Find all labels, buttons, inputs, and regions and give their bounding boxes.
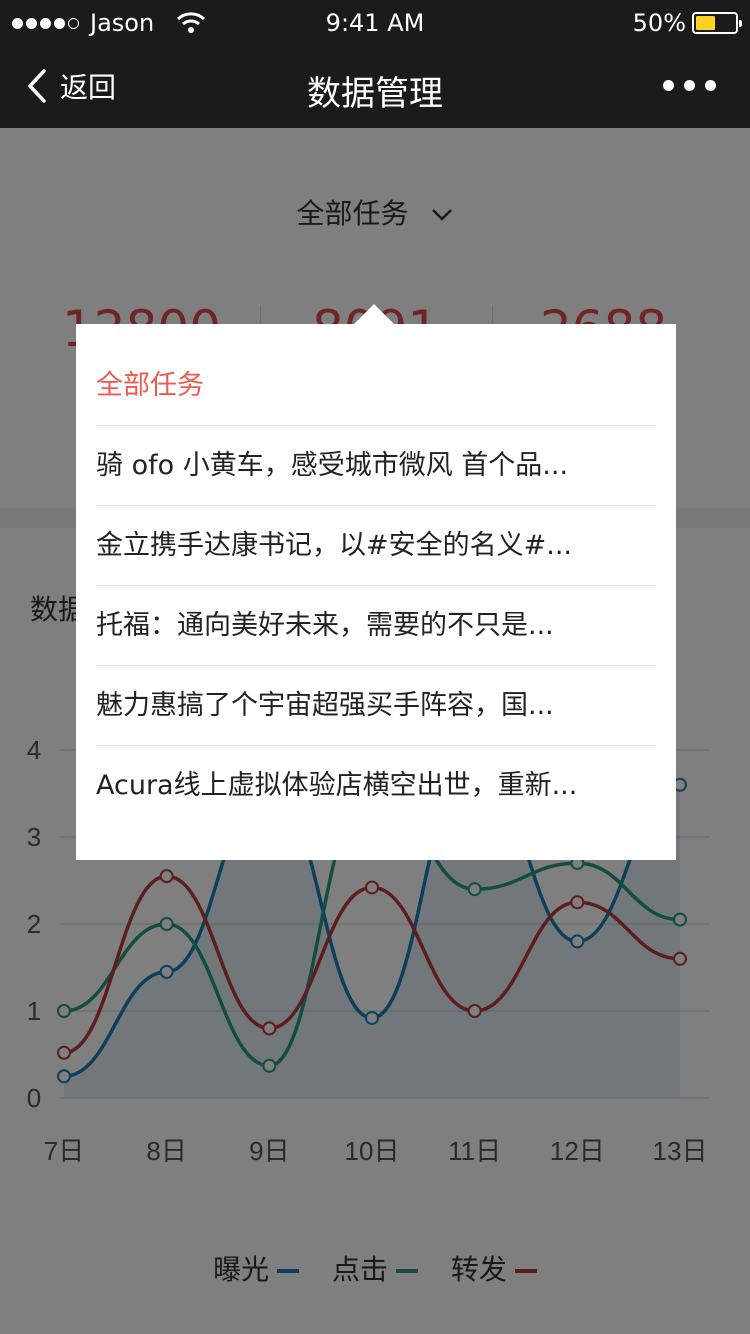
menu-item-all-tasks[interactable]: 全部任务 [96, 346, 656, 426]
battery-icon [692, 12, 742, 34]
menu-item[interactable]: 魅力惠搞了个宇宙超强买手阵容，国... [96, 666, 656, 746]
task-filter-popup: 全部任务 骑 ofo 小黄车，感受城市微风 首个品... 金立携手达康书记，以#… [76, 324, 676, 860]
battery-fill [696, 16, 715, 30]
menu-item[interactable]: 骑 ofo 小黄车，感受城市微风 首个品... [96, 426, 656, 506]
more-dot-icon [705, 80, 716, 91]
more-button[interactable] [653, 80, 716, 91]
menu-item[interactable]: 托福：通向美好未来，需要的不只是... [96, 586, 656, 666]
battery-cap [739, 20, 742, 27]
menu-item[interactable]: Acura线上虚拟体验店横空出世，重新... [96, 746, 656, 826]
more-dot-icon [663, 80, 674, 91]
nav-bar: 返回 数据管理 [0, 44, 750, 128]
page-title: 数据管理 [307, 74, 443, 114]
more-dot-icon [684, 80, 695, 91]
popup-arrow [354, 304, 394, 324]
battery-percent: 50% [632, 9, 686, 37]
menu-item[interactable]: 金立携手达康书记，以#安全的名义#... [96, 506, 656, 586]
status-bar: Jason 9:41 AM 50% [0, 0, 750, 44]
battery-status: 50% [632, 9, 742, 37]
